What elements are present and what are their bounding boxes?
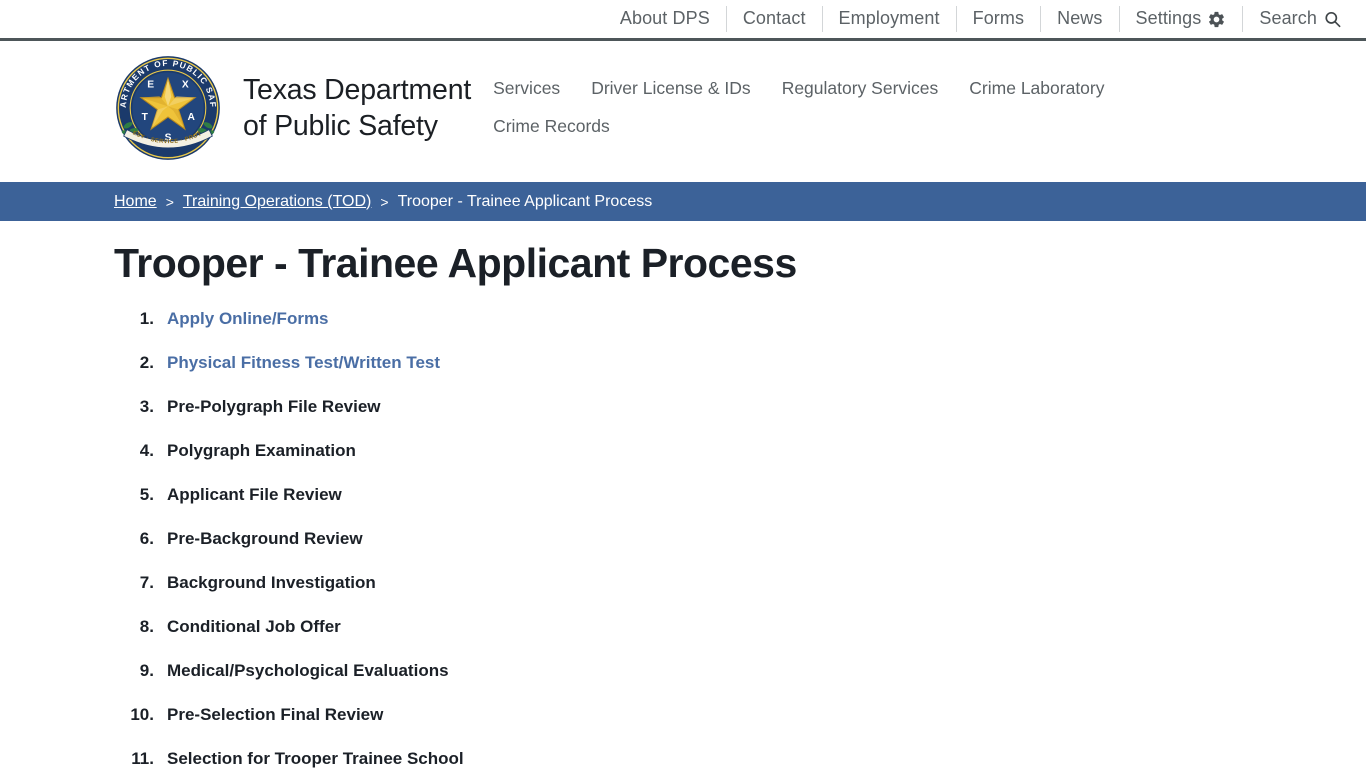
breadcrumb-item-1[interactable]: Home xyxy=(114,193,157,210)
top-utility-nav: About DPS Contact Employment Forms News Setti… xyxy=(604,6,1358,32)
topbar-item-label: About DPS xyxy=(619,8,710,28)
page-title: Trooper - Trainee Applicant Process xyxy=(114,240,797,286)
topbar-item-news[interactable]: News xyxy=(1040,6,1118,32)
process-step-label: Selection for Trooper Trainee School xyxy=(167,748,464,768)
breadcrumb-item-3: Trooper - Trainee Applicant Process xyxy=(397,192,653,210)
topbar-item-about-dps[interactable]: About DPS xyxy=(604,6,726,32)
top-utility-bar: About DPS Contact Employment Forms News Setti… xyxy=(0,0,1366,41)
process-step-6: Pre-Background Review xyxy=(114,516,1366,560)
svg-text:T: T xyxy=(142,112,149,123)
process-step-3: Pre-Polygraph File Review xyxy=(114,384,1366,428)
process-step-label: Conditional Job Offer xyxy=(167,616,341,636)
nav-item-driver-license-ids[interactable]: Driver License & IDs xyxy=(591,78,782,99)
topbar-item-label: Employment xyxy=(838,8,940,28)
process-step-8: Conditional Job Offer xyxy=(114,604,1366,648)
applicant-process-list: Apply Online/Forms Physical Fitness Test/… xyxy=(114,296,1366,780)
nav-item-crime-laboratory[interactable]: Crime Laboratory xyxy=(969,78,1135,99)
site-brand-title: Texas Department of Public Safety xyxy=(243,72,471,144)
nav-item-regulatory-services[interactable]: Regulatory Services xyxy=(782,78,970,99)
topbar-item-employment[interactable]: Employment xyxy=(821,6,956,32)
topbar-item-forms[interactable]: Forms xyxy=(955,6,1041,32)
nav-item-services[interactable]: Services xyxy=(493,78,591,99)
site-logo-link[interactable]: DEPARTMENT OF PUBLIC SAFETY xyxy=(114,54,471,162)
process-step-9: Medical/Psychological Evaluations xyxy=(114,648,1366,692)
process-step-2[interactable]: Physical Fitness Test/Written Test xyxy=(114,340,1366,384)
process-step-1[interactable]: Apply Online/Forms xyxy=(114,296,1366,340)
process-step-label[interactable]: Apply Online/Forms xyxy=(167,310,329,327)
breadcrumb: Home > Training Operations (TOD) > Trooper -… xyxy=(0,182,1366,221)
gear-icon[interactable] xyxy=(1207,10,1226,29)
brand-line-1: Texas Department xyxy=(243,73,472,106)
svg-text:E: E xyxy=(147,79,154,90)
process-step-label: Polygraph Examination xyxy=(167,440,356,460)
topbar-item-settings[interactable]: Settings xyxy=(1118,6,1243,32)
process-step-10: Pre-Selection Final Review xyxy=(114,692,1366,736)
process-step-4: Polygraph Examination xyxy=(114,428,1366,472)
process-step-label: Pre-Selection Final Review xyxy=(167,704,384,724)
process-step-label: Pre-Background Review xyxy=(167,528,363,548)
process-step-label: Background Investigation xyxy=(167,572,376,592)
site-header: DEPARTMENT OF PUBLIC SAFETY xyxy=(0,41,1366,182)
svg-text:A: A xyxy=(188,112,196,123)
process-step-label: Medical/Psychological Evaluations xyxy=(167,660,449,680)
breadcrumb-separator: > xyxy=(380,193,389,210)
process-step-label: Applicant File Review xyxy=(167,484,342,504)
topbar-item-label: Contact xyxy=(742,8,806,28)
process-step-label[interactable]: Physical Fitness Test/Written Test xyxy=(167,354,440,371)
topbar-item-label: Forms xyxy=(972,8,1025,28)
process-step-11: Selection for Trooper Trainee School xyxy=(114,736,1366,780)
process-step-7: Background Investigation xyxy=(114,560,1366,604)
primary-nav: Services Driver License & IDs Regulatory S… xyxy=(493,78,1143,137)
topbar-item-label: Settings xyxy=(1135,8,1202,28)
dps-seal-icon: DEPARTMENT OF PUBLIC SAFETY xyxy=(114,54,222,162)
process-step-label: Pre-Polygraph File Review xyxy=(167,396,381,416)
topbar-item-search[interactable]: Search xyxy=(1242,6,1358,32)
search-icon[interactable] xyxy=(1323,10,1342,29)
topbar-item-contact[interactable]: Contact xyxy=(725,6,822,32)
nav-item-crime-records[interactable]: Crime Records xyxy=(493,116,1143,137)
main-content: Trooper - Trainee Applicant Process Appl… xyxy=(0,221,1366,780)
breadcrumb-item-2[interactable]: Training Operations (TOD) xyxy=(183,193,372,210)
brand-line-2: of Public Safety xyxy=(243,110,438,142)
svg-text:X: X xyxy=(182,79,189,90)
breadcrumb-separator: > xyxy=(165,193,174,210)
topbar-item-label: Search xyxy=(1259,8,1317,28)
process-step-5: Applicant File Review xyxy=(114,472,1366,516)
topbar-item-label: News xyxy=(1057,8,1103,28)
